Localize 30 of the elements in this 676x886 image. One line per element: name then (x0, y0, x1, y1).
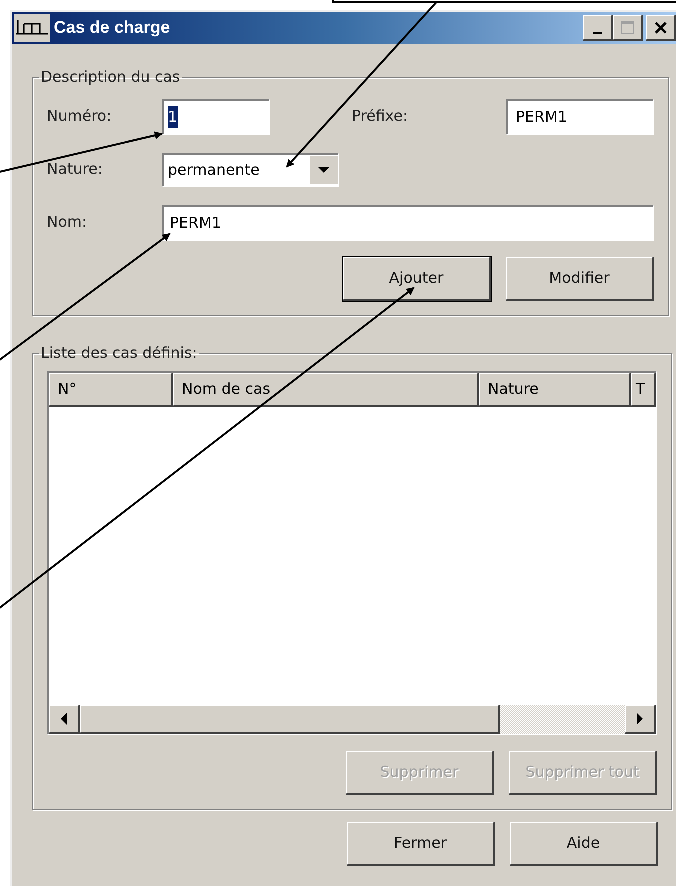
window-control-button[interactable] (646, 15, 676, 41)
nature-dropdown[interactable]: permanente (162, 152, 339, 186)
app-icon (14, 14, 50, 42)
group-title: Liste des cas définis: (40, 343, 198, 364)
column-header[interactable]: Nature (479, 372, 631, 406)
scroll-right-icon (636, 712, 644, 724)
column-header[interactable]: N° (49, 372, 173, 406)
horizontal-scrollbar[interactable] (49, 704, 656, 734)
scrollbar-thumb[interactable] (80, 704, 500, 734)
button[interactable]: Fermer (347, 822, 495, 866)
field-label: Nature: (47, 159, 104, 180)
column-header[interactable]: Nom de cas (173, 372, 479, 406)
button[interactable]: Modifier (506, 256, 654, 300)
scroll-left-icon (60, 712, 68, 724)
maximize-icon (620, 20, 634, 34)
field-label: Nom: (47, 212, 88, 234)
column-header[interactable]: T (631, 372, 656, 406)
prefix-field[interactable]: PERM1 (506, 98, 654, 134)
group-title: Description du cas (40, 67, 182, 88)
close-icon (654, 22, 666, 34)
button[interactable]: Ajouter (343, 256, 491, 300)
field-label: Numéro: (47, 106, 113, 128)
window-title: Cas de charge (54, 17, 170, 40)
window-control-button[interactable] (583, 15, 613, 41)
button[interactable]: Aide (510, 822, 658, 866)
number-field[interactable]: 1 (162, 98, 270, 134)
field-label: Préfixe: (352, 106, 409, 128)
minimize-icon (593, 32, 602, 34)
field-value: 1 (168, 106, 178, 128)
name-field[interactable]: PERM1 (162, 204, 654, 240)
